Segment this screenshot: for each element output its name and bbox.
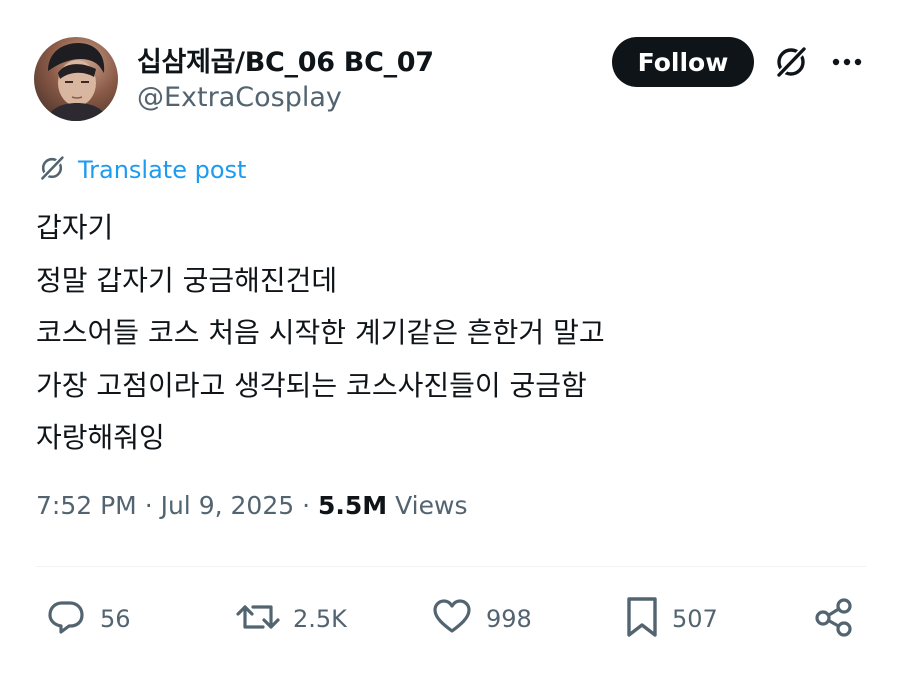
bookmark-button[interactable]: 507 (624, 596, 718, 642)
translate-post-link[interactable]: Translate post (36, 152, 246, 188)
heart-icon (430, 595, 474, 643)
post-line: 자랑해줘잉 (36, 421, 165, 454)
share-button[interactable] (812, 596, 856, 642)
views-label: Views (395, 491, 468, 520)
reply-button[interactable]: 56 (44, 596, 131, 642)
grok-icon (36, 152, 68, 188)
post-line: 갑자기 (36, 211, 114, 244)
author-display-name[interactable]: 십삼제곱/BC_06 BC_07 (137, 40, 434, 79)
translate-label: Translate post (78, 156, 247, 184)
action-bar: 56 2.5K 998 507 (0, 596, 900, 642)
post-meta: 7:52 PM · Jul 9, 2025 · 5.5M Views (36, 491, 467, 520)
post-line: 가장 고점이라고 생각되는 코스사진들이 궁금함 (36, 368, 587, 402)
like-button[interactable]: 998 (430, 596, 532, 642)
author-handle[interactable]: @ExtraCosplay (137, 82, 342, 113)
follow-button[interactable]: Follow (612, 37, 754, 87)
repost-icon (235, 595, 281, 643)
reply-count: 56 (100, 605, 131, 633)
share-icon (812, 595, 856, 643)
meta-separator: · (144, 491, 153, 520)
post-line: 정말 갑자기 궁금해진건데 (36, 263, 338, 297)
repost-button[interactable]: 2.5K (235, 596, 347, 642)
more-dots-icon[interactable] (827, 42, 867, 82)
repost-count: 2.5K (293, 605, 347, 633)
post-text: 갑자기 정말 갑자기 궁금해진건데 코스어들 코스 처음 시작한 계기같은 흔한… (36, 202, 605, 465)
post-time[interactable]: 7:52 PM (36, 491, 137, 520)
reply-icon (44, 595, 88, 643)
views-count: 5.5M (318, 491, 388, 520)
post-line: 코스어들 코스 처음 시작한 계기같은 흔한거 말고 (36, 316, 605, 349)
divider (36, 566, 866, 567)
bookmark-count: 507 (672, 605, 718, 633)
grok-icon[interactable] (771, 42, 811, 82)
bookmark-icon (624, 595, 660, 643)
meta-separator: · (302, 491, 311, 520)
like-count: 998 (486, 605, 532, 633)
avatar[interactable] (34, 37, 118, 121)
post-date[interactable]: Jul 9, 2025 (161, 491, 295, 520)
